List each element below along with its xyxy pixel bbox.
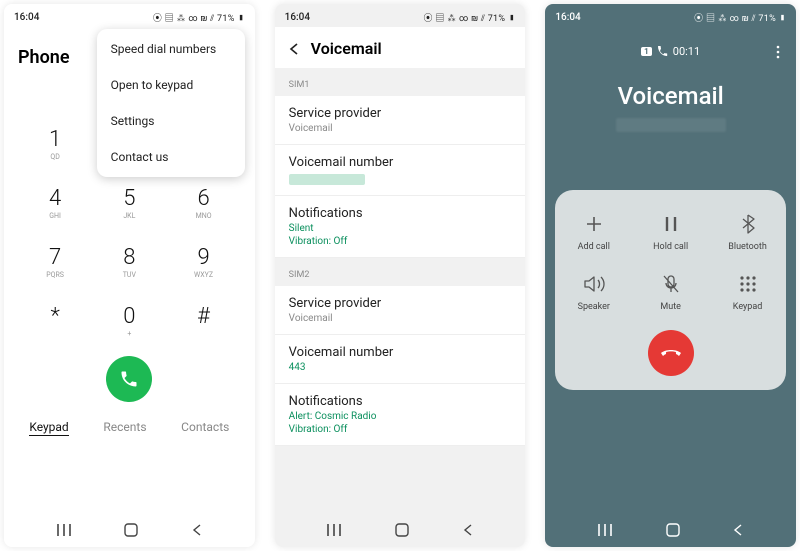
back-icon[interactable] [287,42,301,56]
tab-recents[interactable]: Recents [103,420,146,436]
status-bar: 16:04 ⦿ ▤ ⁂ ∞ ₪ ⫽ 71% ▮ [545,4,796,27]
key-4[interactable]: 4GHI [18,175,92,234]
key-5[interactable]: 5JKL [92,175,166,234]
bottom-tabs: Keypad Recents Contacts [4,402,255,438]
android-nav-bar [4,513,255,547]
sim1-voicemail-number[interactable]: Voicemail number [275,145,526,196]
tab-keypad[interactable]: Keypad [29,420,68,436]
nav-back-icon[interactable] [461,523,475,537]
bluetooth-button[interactable]: Bluetooth [713,204,783,264]
key-0[interactable]: 0+ [92,293,166,352]
speaker-icon [559,270,629,298]
status-icons: ⦿ ▤ ⁂ ∞ ₪ ⫽ 71% ▮ [153,11,245,24]
keypad-button[interactable]: Keypad [713,264,783,324]
dial-call-button[interactable] [106,356,152,402]
phone-icon [119,369,139,389]
sim-badge: 1 [641,47,652,56]
status-time: 16:04 [285,12,310,23]
status-bar: 16:04 ⦿ ▤ ⁂ ∞ ₪ ⫽ 71% ▮ [275,4,526,27]
menu-speed-dial[interactable]: Speed dial numbers [97,31,245,67]
status-icons: ⦿ ▤ ⁂ ∞ ₪ ⫽ 71% ▮ [424,11,516,24]
overflow-menu: Speed dial numbers Open to keypad Settin… [97,29,245,177]
key-9[interactable]: 9WXYZ [166,234,240,293]
nav-home-icon[interactable] [123,522,139,538]
key-8[interactable]: 8TUV [92,234,166,293]
add-call-button[interactable]: Add call [559,204,629,264]
key-7[interactable]: 7PQRS [18,234,92,293]
in-call-controls: Add call Hold call Bluetooth Speaker Mut… [555,190,786,390]
page-title: Voicemail [311,39,382,58]
call-status-row: 1 00:11 [545,45,796,58]
sim2-voicemail-number[interactable]: Voicemail number 443 [275,335,526,384]
sim2-notifications[interactable]: Notifications Alert: Cosmic Radio Vibrat… [275,384,526,446]
android-nav-bar [275,513,526,547]
phone-icon [657,46,668,57]
nav-recent-icon[interactable] [596,521,614,539]
more-icon[interactable] [776,45,780,59]
nav-back-icon[interactable] [190,523,204,537]
key-6[interactable]: 6MNO [166,175,240,234]
nav-home-icon[interactable] [665,522,681,538]
call-timer: 00:11 [673,45,700,58]
menu-settings[interactable]: Settings [97,103,245,139]
key-1[interactable]: 1QD [18,116,92,175]
key-star[interactable]: * [18,293,92,352]
menu-open-keypad[interactable]: Open to keypad [97,67,245,103]
redacted-number [289,174,365,185]
pause-icon [636,210,706,238]
sim1-notifications[interactable]: Notifications Silent Vibration: Off [275,196,526,258]
nav-recent-icon[interactable] [55,521,73,539]
keypad-icon [713,270,783,298]
mute-icon [636,270,706,298]
end-call-button[interactable] [648,330,694,376]
status-bar: 16:04 ⦿ ▤ ⁂ ∞ ₪ ⫽ 71% ▮ [4,4,255,27]
mute-button[interactable]: Mute [636,264,706,324]
sim2-service-provider[interactable]: Service provider Voicemail [275,286,526,335]
voicemail-settings-header: Voicemail [275,27,526,68]
hold-call-button[interactable]: Hold call [636,204,706,264]
status-time: 16:04 [14,12,39,23]
bluetooth-icon [713,210,783,238]
status-time: 16:04 [555,12,580,23]
nav-recent-icon[interactable] [325,521,343,539]
caller-name: Voicemail [545,82,796,110]
hangup-icon [659,341,683,365]
caller-number-redacted [616,118,726,132]
tab-contacts[interactable]: Contacts [181,420,229,436]
nav-back-icon[interactable] [731,523,745,537]
android-nav-bar [545,513,796,547]
sim1-service-provider[interactable]: Service provider Voicemail [275,96,526,145]
section-sim2: SIM2 [275,258,526,286]
nav-home-icon[interactable] [394,522,410,538]
key-hash[interactable]: # [166,293,240,352]
plus-icon [559,210,629,238]
phone-app-title: Phone [18,41,70,68]
status-icons: ⦿ ▤ ⁂ ∞ ₪ ⫽ 71% ▮ [694,11,786,24]
speaker-button[interactable]: Speaker [559,264,629,324]
section-sim1: SIM1 [275,68,526,96]
menu-contact-us[interactable]: Contact us [97,139,245,175]
